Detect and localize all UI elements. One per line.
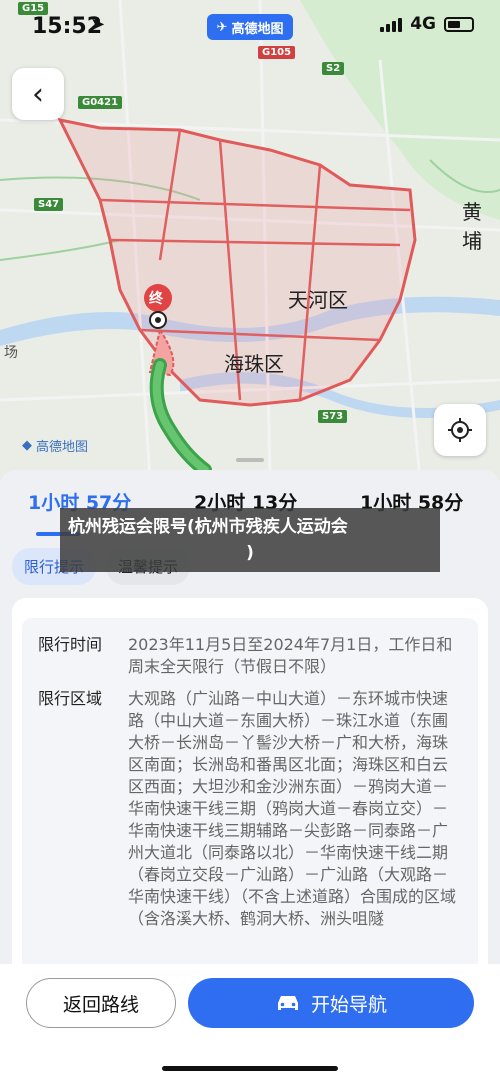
start-navigation-button[interactable]: 开始导航 — [188, 978, 474, 1028]
banner-line-1: 杭州残运会限号(杭州市残疾人运动会 — [68, 517, 348, 537]
restriction-card: 限行时间 2023年11月5日至2024年7月1日，工作日和周末全天限行（节假日… — [12, 598, 488, 1018]
location-arrow-icon: ➤ — [90, 14, 106, 35]
destination-marker-label: 终 — [149, 291, 163, 307]
restriction-time-value: 2023年11月5日至2024年7月1日，工作日和周末全天限行（节假日不限） — [128, 635, 453, 676]
restriction-area-label: 限行区域 — [38, 689, 103, 708]
locate-button[interactable] — [434, 404, 486, 456]
start-navigation-label: 开始导航 — [310, 993, 387, 1016]
restriction-area-value: 大观路（广汕路－中山大道）－东环城市快速路（中山大道－东圃大桥）－珠江水道（东圃… — [128, 689, 457, 928]
restriction-detail: 限行时间 2023年11月5日至2024年7月1日，工作日和周末全天限行（节假日… — [22, 618, 478, 1018]
district-label-tianhe: 天河区 — [288, 288, 348, 312]
back-button[interactable]: ‹ — [12, 68, 64, 120]
news-title-banner: 杭州残运会限号(杭州市残疾人运动会 ) — [60, 508, 440, 572]
banner-line-2: ) — [246, 543, 254, 563]
map-watermark-label: 高德地图 — [36, 440, 89, 455]
restriction-time-row: 限行时间 2023年11月5日至2024年7月1日，工作日和周末全天限行（节假日… — [38, 634, 458, 678]
district-label-huangpu: 黄埔 — [462, 200, 482, 253]
crosshair-icon — [448, 418, 472, 442]
car-icon — [277, 996, 298, 1010]
return-route-button[interactable]: 返回路线 — [26, 978, 176, 1028]
bottom-action-bar: 返回路线 开始导航 — [0, 964, 500, 1082]
chevron-left-icon: ‹ — [32, 76, 44, 112]
road-sign: S2 — [322, 62, 345, 75]
drag-handle[interactable] — [236, 458, 264, 462]
map-canvas — [0, 0, 500, 480]
amap-watermark-icon: ◆ — [22, 438, 32, 453]
road-sign: G0421 — [78, 96, 123, 109]
road-sign: S47 — [34, 198, 64, 211]
road-sign: S73 — [318, 410, 348, 423]
restriction-area-row: 限行区域 大观路（广汕路－中山大道）－东环城市快速路（中山大道－东圃大桥）－珠江… — [38, 688, 458, 930]
amap-brand-label: 高德地图 — [231, 21, 284, 37]
network-label: 4G — [410, 14, 436, 34]
battery-icon — [444, 16, 474, 32]
signal-icon — [380, 16, 403, 32]
map-watermark: ◆ 高德地图 — [22, 436, 88, 455]
amap-brand-logo: ✈ 高德地图 — [207, 14, 293, 40]
status-indicators: 4G — [380, 14, 474, 34]
road-sign: G105 — [258, 46, 296, 59]
home-indicator — [162, 1066, 338, 1071]
amap-logo-icon: ✈ — [216, 19, 228, 35]
road-sign: G15 — [18, 2, 49, 15]
district-label-haizhu: 海珠区 — [224, 352, 284, 376]
map-place-label: 场 — [4, 345, 18, 361]
map-view[interactable]: 15:52 ➤ 4G ✈ 高德地图 G15 G105 S2 G0421 S47 … — [0, 0, 500, 480]
restriction-time-label: 限行时间 — [38, 635, 103, 654]
